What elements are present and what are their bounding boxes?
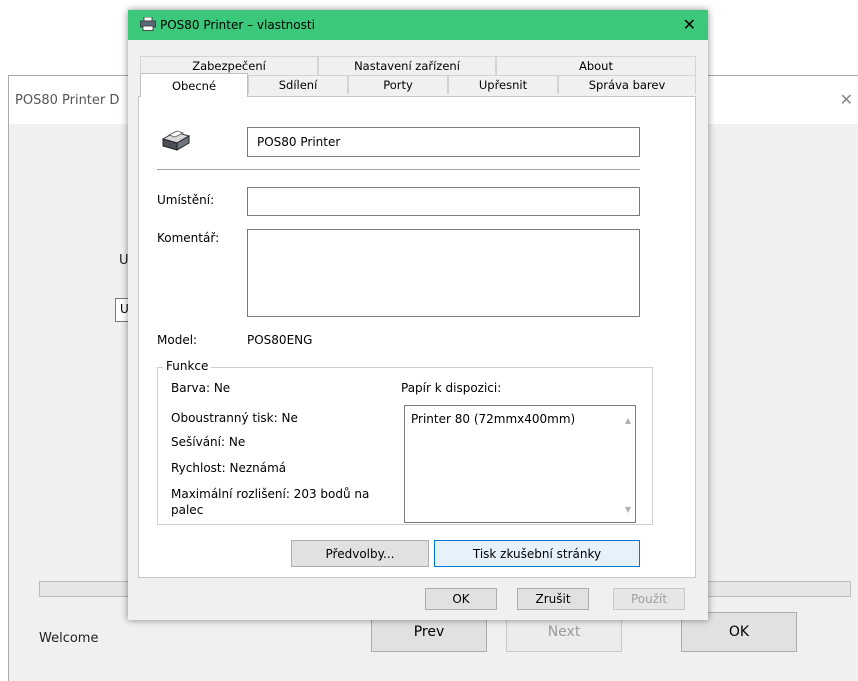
comment-label: Komentář:: [157, 231, 220, 245]
close-icon[interactable]: ✕: [840, 90, 853, 109]
printer-icon: [161, 130, 191, 151]
tab-advanced[interactable]: Upřesnit: [448, 75, 558, 94]
location-label: Umístění:: [157, 193, 215, 207]
location-input[interactable]: [247, 187, 640, 216]
dialog-titlebar: POS80 Printer – vlastnosti ✕: [128, 10, 708, 40]
status-text: Welcome: [39, 631, 99, 646]
feature-duplex: Oboustranný tisk: Ne: [171, 411, 298, 425]
tab-device-settings[interactable]: Nastavení zařízení: [318, 56, 496, 75]
printer-properties-dialog: POS80 Printer – vlastnosti ✕ Zabezpečení…: [128, 10, 708, 620]
separator: [157, 169, 640, 170]
apply-button[interactable]: Použít: [613, 588, 685, 610]
close-icon[interactable]: ✕: [683, 15, 696, 34]
scroll-down-icon[interactable]: ▼: [625, 505, 631, 514]
feature-resolution-unit: palec: [171, 503, 204, 517]
tab-sharing[interactable]: Sdílení: [248, 75, 348, 94]
dialog-title: POS80 Printer – vlastnosti: [160, 18, 315, 32]
printer-icon: [140, 17, 156, 31]
list-item[interactable]: Printer 80 (72mmx400mm): [411, 412, 575, 426]
features-group-title: Funkce: [163, 359, 212, 373]
printer-name-input[interactable]: POS80 Printer: [247, 127, 640, 157]
comment-textarea[interactable]: [247, 229, 640, 317]
feature-speed: Rychlost: Neznámá: [171, 461, 287, 475]
printer-name-value: POS80 Printer: [257, 135, 341, 149]
preferences-button[interactable]: Předvolby...: [291, 540, 429, 567]
paper-label: Papír k dispozici:: [401, 381, 502, 395]
general-tab-panel: POS80 Printer Umístění: Komentář: Model:…: [138, 96, 696, 578]
tab-about[interactable]: About: [496, 56, 696, 75]
tab-ports[interactable]: Porty: [348, 75, 448, 94]
feature-color: Barva: Ne: [171, 381, 231, 395]
background-window-title: POS80 Printer D: [15, 93, 120, 108]
feature-staple: Sešívání: Ne: [171, 435, 246, 449]
cancel-button[interactable]: Zrušit: [517, 588, 589, 610]
scroll-up-icon[interactable]: ▲: [625, 416, 631, 425]
feature-resolution: Maximální rozlišení: 203 bodů na: [171, 487, 370, 501]
model-label: Model:: [157, 333, 198, 347]
ok-button[interactable]: OK: [425, 588, 497, 610]
paper-listbox[interactable]: Printer 80 (72mmx400mm) ▲ ▼: [404, 405, 636, 523]
tab-general[interactable]: Obecné: [140, 73, 248, 97]
tab-color-management[interactable]: Správa barev: [558, 75, 696, 94]
print-test-page-button[interactable]: Tisk zkušební stránky: [434, 540, 640, 567]
model-value: POS80ENG: [247, 333, 313, 347]
